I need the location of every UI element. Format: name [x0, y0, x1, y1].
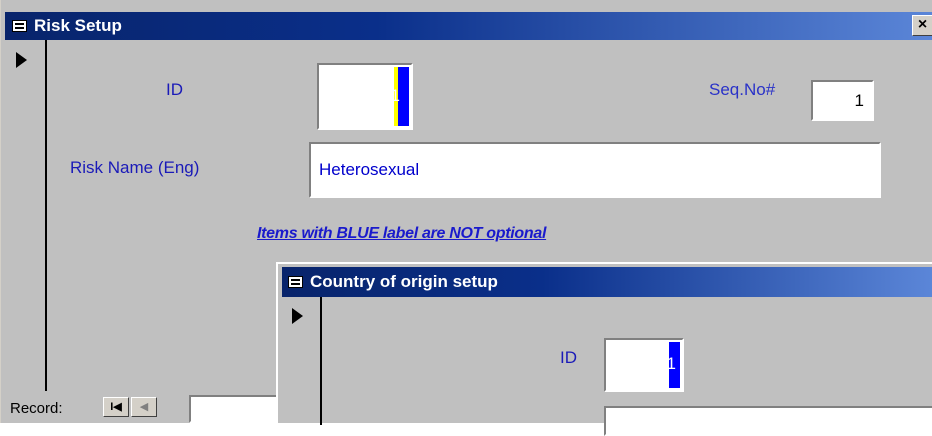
id-field[interactable]: 1 [317, 63, 413, 130]
record-navigation-bar: Record: I◀ ◀ [5, 391, 285, 423]
record-selector[interactable] [282, 297, 322, 425]
form-icon [12, 20, 27, 32]
id-value: 1 [390, 86, 400, 105]
close-button[interactable]: × [912, 15, 932, 36]
id-field[interactable]: 1 [604, 338, 684, 392]
risk-setup-title-bar[interactable]: Risk Setup × [5, 12, 932, 40]
risk-name-field[interactable]: Heterosexual [309, 142, 881, 198]
id-label: ID [560, 348, 577, 367]
country-of-origin-title-bar[interactable]: Country of origin setup [282, 267, 932, 297]
seq-no-label: Seq.No# [709, 80, 776, 99]
record-label: Record: [10, 400, 63, 417]
form-icon [288, 276, 303, 288]
first-record-button[interactable]: I◀ [103, 397, 129, 417]
country-of-origin-window: Country of origin setup ID 1 [276, 262, 932, 436]
risk-name-label: Risk Name (Eng) [70, 158, 200, 177]
seq-no-field[interactable]: 1 [811, 80, 874, 121]
current-record-arrow-icon [292, 308, 303, 324]
record-selector[interactable] [5, 40, 47, 391]
country-name-field[interactable] [604, 406, 932, 436]
id-label: ID [166, 80, 183, 99]
current-record-arrow-icon [16, 52, 27, 68]
previous-record-button[interactable]: ◀ [131, 397, 157, 417]
id-value: 1 [666, 354, 676, 373]
required-fields-note: Items with BLUE label are NOT optional [257, 225, 547, 242]
record-number-field[interactable] [189, 395, 285, 423]
window-title: Risk Setup [34, 16, 122, 35]
window-title: Country of origin setup [310, 272, 498, 291]
